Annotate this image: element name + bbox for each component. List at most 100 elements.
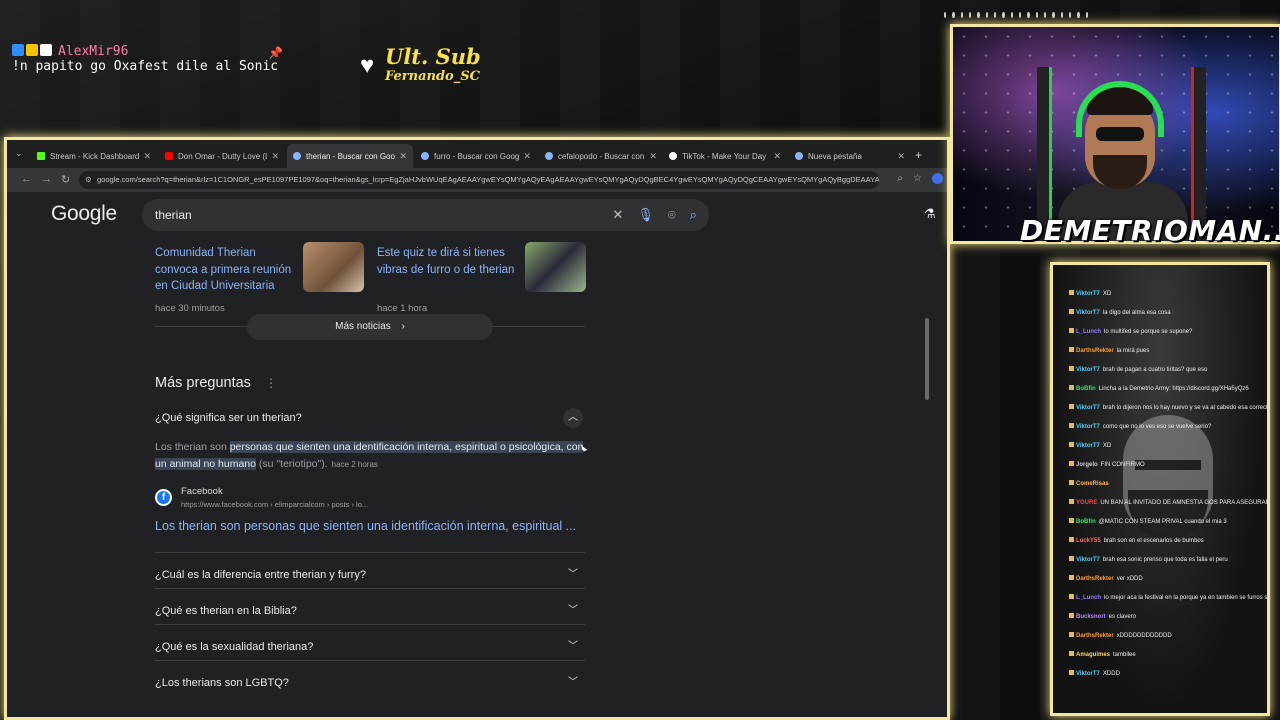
- chat-message: Amaguimes tambilee: [1069, 646, 1267, 665]
- chat-badge-icon: [1069, 385, 1074, 390]
- paa-title: Más preguntas: [155, 375, 251, 391]
- search-input[interactable]: therian: [155, 208, 192, 222]
- tab-youtube[interactable]: Don Omar - Dutty Love (Ly ✕: [159, 144, 285, 168]
- chat-badge-icon: [1069, 442, 1074, 447]
- chevron-down-icon[interactable]: ﹀: [563, 601, 583, 621]
- forward-arrow-icon[interactable]: →: [41, 173, 52, 185]
- chevron-up-icon[interactable]: ︿: [563, 408, 583, 428]
- chat-username[interactable]: YOURE: [1076, 500, 1097, 506]
- chat-message: L_Lunch lo multifed se porque se supone?: [1069, 323, 1267, 342]
- close-tab-icon[interactable]: ✕: [649, 151, 657, 162]
- chat-username[interactable]: LuckY55: [1076, 538, 1101, 544]
- chat-text: XD: [1102, 443, 1112, 449]
- chevron-down-icon[interactable]: ﹀: [563, 565, 583, 585]
- streamer-name: DEMETRIOMAN...: [1020, 214, 1280, 247]
- chat-text: UN BAN AL INVITADO DE AMNESTIA GOS PARA …: [1100, 500, 1267, 506]
- source-cite: https://www.facebook.com › elimparcialco…: [181, 500, 369, 509]
- close-tab-icon[interactable]: ✕: [897, 151, 905, 162]
- close-tab-icon[interactable]: ✕: [143, 151, 151, 162]
- chat-username[interactable]: DarthsRekter: [1076, 633, 1114, 639]
- chat-username[interactable]: ViktorT7: [1076, 671, 1100, 677]
- tab-new[interactable]: Nueva pestaña ✕: [789, 144, 911, 168]
- search-icon[interactable]: ⌕: [690, 207, 697, 223]
- chat-message: ViktorT7 XDDD: [1069, 665, 1267, 684]
- paa-question-expanded[interactable]: ¿Qué significa ser un therian? ︿: [155, 406, 585, 434]
- chat-badge-icon: [1069, 537, 1074, 542]
- clear-search-icon[interactable]: ✕: [612, 207, 623, 223]
- paa-question[interactable]: ¿Qué es therian en la Biblia? ﹀: [155, 599, 585, 627]
- profile-icon[interactable]: [932, 173, 943, 184]
- chat-username[interactable]: L_Lunch: [1076, 595, 1101, 601]
- chat-username[interactable]: ViktorT7: [1076, 310, 1100, 316]
- chat-text: Lincha a la Demetrio Army: https://disco…: [1098, 386, 1249, 392]
- site-info-icon[interactable]: ⚙: [85, 171, 92, 189]
- chat-message: ViktorT7 brah lo dijeron nos lo hay nuevo…: [1069, 399, 1269, 418]
- url-field[interactable]: ⚙ google.com/search?q=therian&rlz=1C1ONG…: [79, 171, 879, 189]
- chat-username[interactable]: DarthsRekter: [1076, 348, 1114, 354]
- news-time: hace 1 hora: [377, 303, 428, 314]
- close-tab-icon[interactable]: ✕: [773, 151, 781, 162]
- paa-question[interactable]: ¿Los therians son LGBTQ? ﹀: [155, 671, 585, 699]
- chat-username[interactable]: Jorgelo: [1076, 462, 1098, 468]
- chat-username[interactable]: ViktorT7: [1076, 557, 1100, 563]
- search-box[interactable]: therian ✕ 🎙 ⌾ ⌕: [142, 199, 709, 231]
- news-title[interactable]: Comunidad Therian convoca a primera reun…: [155, 245, 293, 295]
- chevron-down-icon[interactable]: ﹀: [563, 673, 583, 693]
- chat-text: FIN CONFIRMO: [1100, 462, 1145, 468]
- tab-cefalopodo-search[interactable]: cefalopodo - Buscar con Goog✕: [539, 144, 663, 168]
- address-bar-row: ← → ↻ ⚙ google.com/search?q=therian&rlz=…: [7, 168, 947, 192]
- more-options-icon[interactable]: ⋮: [265, 376, 277, 390]
- news-thumbnail[interactable]: [525, 242, 586, 292]
- chat-message: ViktorT7 brah esa sonic prenso que toda e…: [1069, 551, 1267, 570]
- scrollbar-thumb[interactable]: [925, 318, 929, 400]
- chat-message: Bucksnort es clavero: [1069, 608, 1267, 627]
- news-title[interactable]: Este quiz te dirá si tienes vibras de fu…: [377, 245, 515, 278]
- reload-icon[interactable]: ↻: [61, 173, 70, 186]
- news-thumbnail[interactable]: [303, 242, 364, 292]
- back-arrow-icon[interactable]: ←: [21, 173, 32, 185]
- chat-username[interactable]: ViktorT7: [1076, 405, 1100, 411]
- news-card[interactable]: Comunidad Therian convoca a primera reun…: [155, 242, 365, 314]
- chat-text: brah son en el escenarios de bumbos: [1103, 538, 1204, 544]
- close-tab-icon[interactable]: ✕: [523, 151, 531, 162]
- scrollbar-track[interactable]: [921, 192, 933, 717]
- news-card[interactable]: Este quiz te dirá si tienes vibras de fu…: [377, 242, 587, 314]
- chat-message: L_Lunch lo mejor aca la festival en la po…: [1069, 589, 1267, 608]
- chat-username[interactable]: ViktorT7: [1076, 443, 1100, 449]
- chat-username[interactable]: BoBfin: [1076, 519, 1096, 525]
- stream-chat: ViktorT7 XD ViktorT7 la digo del alma esa c…: [1050, 262, 1270, 716]
- microphone-icon[interactable]: 🎙: [637, 207, 654, 223]
- answer-time: hace 2 horas: [331, 459, 378, 469]
- tab-furro-search[interactable]: furro - Buscar con Google ✕: [415, 144, 537, 168]
- chat-username[interactable]: Amaguimes: [1076, 652, 1110, 658]
- paa-question[interactable]: ¿Qué es la sexualidad theriana? ﹀: [155, 635, 585, 663]
- chat-text: brah de pagan a cuatro tiritas? que eso: [1102, 367, 1208, 373]
- tab-search-icon[interactable]: ⌄: [15, 148, 23, 159]
- source-link[interactable]: Los therian son personas que sienten una…: [155, 517, 595, 535]
- chat-username[interactable]: ComeRisas: [1076, 481, 1109, 487]
- chat-text: brah lo dijeron nos lo hay nuevo y se va…: [1102, 405, 1269, 411]
- close-tab-icon[interactable]: ✕: [271, 151, 279, 162]
- tab-therian-search[interactable]: therian - Buscar con Google✕: [287, 144, 413, 168]
- chat-username[interactable]: ViktorT7: [1076, 291, 1100, 297]
- chat-username[interactable]: ViktorT7: [1076, 424, 1100, 430]
- chat-username[interactable]: BoBfin: [1076, 386, 1096, 392]
- chat-message: ViktorT7 la digo del alma esa cosa: [1069, 304, 1267, 323]
- chat-username[interactable]: L_Lunch: [1076, 329, 1101, 335]
- close-tab-icon[interactable]: ✕: [399, 151, 407, 162]
- tab-kick-dashboard[interactable]: Stream - Kick Dashboard ✕: [31, 144, 157, 168]
- zoom-icon[interactable]: ⌕: [897, 173, 903, 184]
- chat-username[interactable]: ViktorT7: [1076, 367, 1100, 373]
- chevron-down-icon[interactable]: ﹀: [563, 637, 583, 657]
- lens-camera-icon[interactable]: ⌾: [668, 207, 676, 223]
- chat-username[interactable]: Bucksnort: [1076, 614, 1106, 620]
- paa-question[interactable]: ¿Cuál es la diferencia entre therian y f…: [155, 563, 585, 591]
- tab-tiktok[interactable]: TikTok - Make Your Day ✕: [663, 144, 787, 168]
- chat-badge-icon: [1069, 366, 1074, 371]
- chat-username[interactable]: DarthsRekter: [1076, 576, 1114, 582]
- new-tab-plus-icon[interactable]: +: [915, 148, 922, 162]
- more-news-button[interactable]: Más noticias ›: [247, 314, 493, 340]
- google-logo[interactable]: Google: [51, 202, 117, 226]
- bookmark-star-icon[interactable]: ☆: [913, 173, 922, 184]
- chat-list: ViktorT7 XD ViktorT7 la digo del alma esa c…: [1069, 285, 1269, 684]
